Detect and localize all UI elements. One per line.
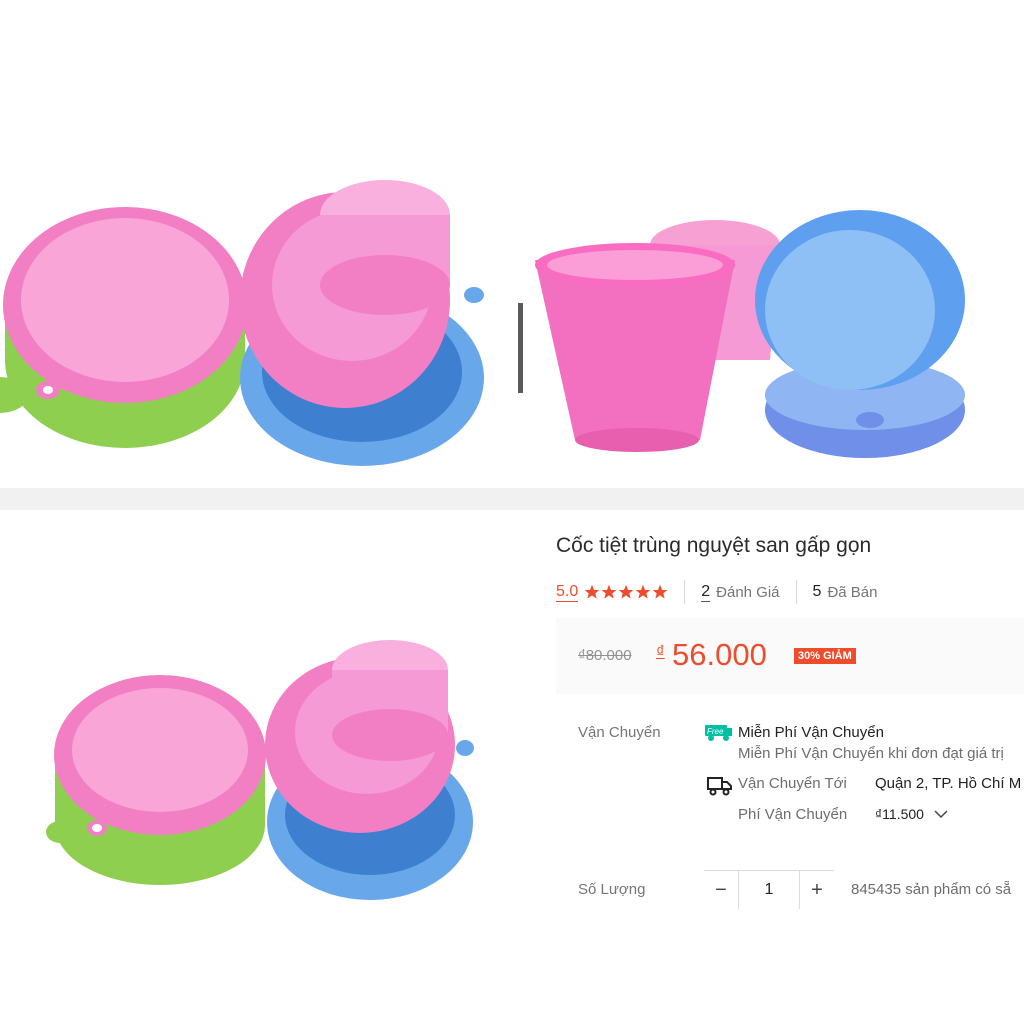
quantity-input[interactable]: 1: [738, 871, 800, 909]
section-divider: [0, 488, 1024, 510]
rating-row: 5.0 2 Đánh Giá 5 Đã Bán: [556, 579, 877, 605]
increase-quantity-button[interactable]: +: [800, 871, 834, 909]
cup-folded-pink-blue: [265, 640, 474, 900]
cup-case-pink-green: [0, 207, 247, 448]
rating-score[interactable]: 5.0: [556, 583, 579, 602]
discount-badge: 30% GIẢM: [794, 648, 856, 664]
star-icon: [652, 584, 668, 599]
main-product-image[interactable]: [0, 510, 540, 1024]
ship-to-label: Vận Chuyển Tới: [738, 775, 847, 792]
rating-divider: [684, 580, 686, 604]
shipping-fee-value[interactable]: ₫11.500: [875, 806, 924, 822]
cup-expanded-blue: [755, 210, 965, 458]
star-icon: [635, 584, 651, 599]
stock-available: 845435 sản phẩm có sẵ: [851, 881, 1012, 898]
ship-to-location[interactable]: Quận 2, TP. Hồ Chí M: [875, 775, 1021, 792]
star-icon: [601, 584, 617, 599]
star-icon: [618, 584, 634, 599]
original-price: ₫80.000: [578, 647, 632, 664]
chevron-down-icon[interactable]: [933, 806, 949, 822]
free-shipping-title: Miễn Phí Vận Chuyển: [738, 724, 884, 741]
quantity-stepper: − 1 +: [704, 870, 834, 909]
cup-folded-pink-blue: [240, 180, 484, 466]
product-photo-banner: [0, 180, 965, 466]
shipping-label: Vận Chuyển: [578, 724, 661, 741]
sold-label: Đã Bán: [827, 583, 878, 601]
truck-icon: [707, 775, 733, 797]
free-shipping-desc: Miễn Phí Vận Chuyển khi đơn đạt giá trị: [738, 745, 1004, 762]
current-price: 56.000: [672, 637, 767, 672]
rating-divider: [795, 580, 797, 604]
gallery-separator: [518, 303, 523, 393]
cup-expanded-pink: [535, 220, 780, 452]
sold-count: 5: [812, 583, 822, 600]
product-title: Cốc tiệt trùng nguyệt san gấp gọn: [556, 534, 872, 557]
review-count[interactable]: 2: [701, 583, 711, 602]
review-label: Đánh Giá: [716, 583, 780, 601]
quantity-label: Số Lượng: [578, 881, 646, 898]
decrease-quantity-button[interactable]: −: [704, 871, 738, 909]
shipping-fee-label: Phí Vận Chuyển: [738, 806, 848, 823]
cup-case-pink-green: [46, 675, 266, 885]
free-shipping-icon: Free: [705, 724, 733, 742]
free-icon-text: Free: [707, 727, 724, 736]
main-product-photo: [46, 640, 474, 900]
star-icon: [584, 584, 600, 599]
product-image-gallery: [0, 0, 1024, 488]
currency-symbol: ₫: [656, 642, 665, 661]
rating-stars: [584, 584, 668, 600]
